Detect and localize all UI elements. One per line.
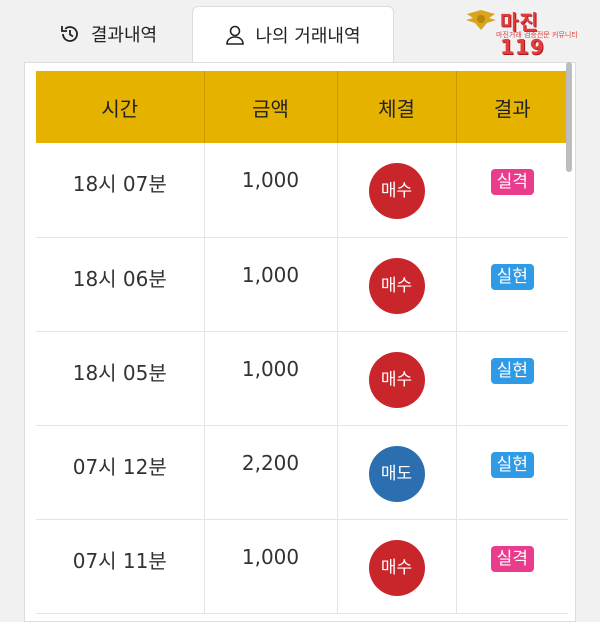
result-badge: 실현 (490, 263, 534, 290)
table-row[interactable]: 18시 07분 1,000 매수 실격 (36, 143, 568, 238)
cell-time: 18시 07분 (36, 143, 205, 238)
logo-subtitle: 마진거래 검증전문 커뮤니티 (496, 31, 578, 39)
table-row[interactable]: 07시 11분 1,000 매수 실격 (36, 519, 568, 614)
header-result: 결과 (456, 71, 568, 143)
tab-bar: 결과내역 나의 거래내역 마진119 마진거래 검증전문 커뮤니티 (0, 0, 600, 62)
trade-badge: 매수 (368, 351, 425, 408)
cell-amount: 1,000 (204, 143, 338, 238)
user-icon (225, 24, 245, 46)
header-time: 시간 (36, 71, 205, 143)
result-badge: 실격 (490, 169, 534, 195)
cell-time: 18시 06분 (36, 237, 205, 332)
cell-amount: 1,000 (204, 331, 338, 426)
cell-time: 07시 11분 (36, 519, 205, 614)
table-header-row: 시간 금액 체결 결과 (36, 71, 568, 143)
tab-label: 나의 거래내역 (255, 25, 361, 47)
cell-time: 18시 05분 (36, 331, 205, 426)
table-row[interactable]: 18시 05분 1,000 매수 실현 (36, 331, 568, 426)
trade-badge: 매수 (368, 257, 425, 314)
result-badge: 실현 (490, 357, 534, 384)
cell-amount: 2,200 (204, 425, 338, 520)
trade-table: 시간 금액 체결 결과 18시 07분 1,000 매수 실격 18시 06분 … (36, 71, 568, 614)
trade-badge: 매도 (368, 445, 425, 502)
wing-emblem-icon (466, 10, 496, 30)
result-badge: 실현 (490, 451, 534, 478)
result-badge: 실격 (490, 545, 534, 572)
brand-logo: 마진119 마진거래 검증전문 커뮤니티 (464, 4, 578, 59)
tab-my-trades[interactable]: 나의 거래내역 (192, 6, 394, 62)
header-trade: 체결 (337, 71, 457, 143)
trade-badge: 매수 (368, 163, 425, 219)
cell-time: 07시 12분 (36, 425, 205, 520)
table-row[interactable]: 07시 12분 2,200 매도 실현 (36, 425, 568, 520)
trade-history-panel: 시간 금액 체결 결과 18시 07분 1,000 매수 실격 18시 06분 … (24, 62, 576, 622)
trade-badge: 매수 (368, 539, 425, 596)
history-icon (59, 23, 81, 45)
tab-label: 결과내역 (90, 25, 158, 46)
table-row[interactable]: 18시 06분 1,000 매수 실현 (36, 237, 568, 332)
tab-result-history[interactable]: 결과내역 (24, 6, 192, 62)
cell-amount: 1,000 (204, 237, 338, 332)
scrollbar-thumb[interactable] (566, 62, 572, 172)
cell-amount: 1,000 (204, 519, 338, 614)
header-amount: 금액 (204, 71, 338, 143)
